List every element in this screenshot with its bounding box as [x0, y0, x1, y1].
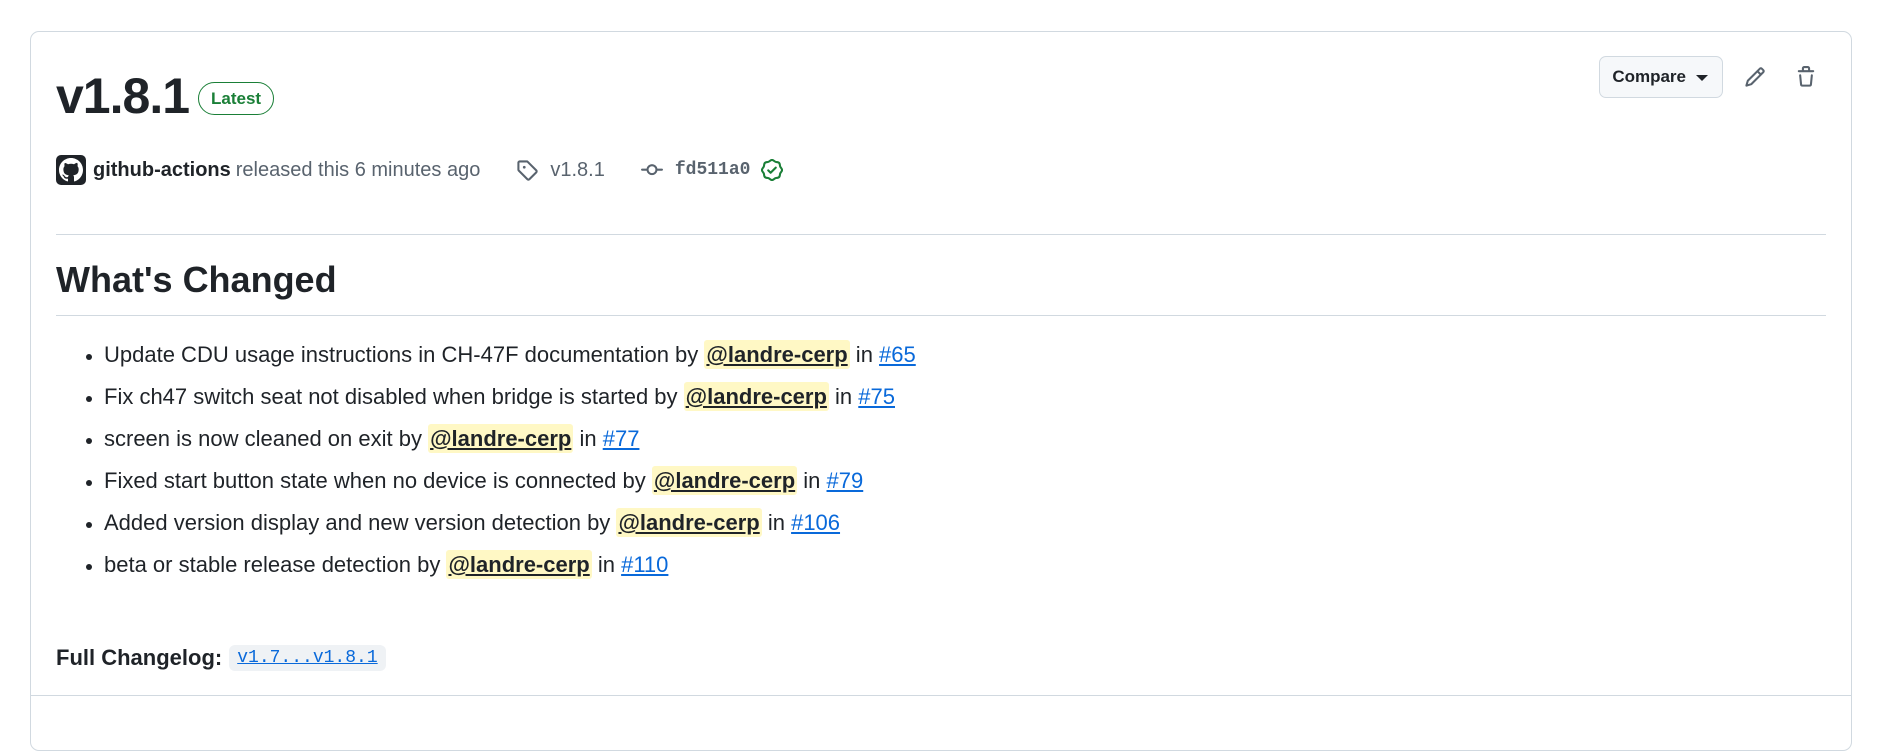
- compare-label: Compare: [1612, 67, 1686, 86]
- user-mention[interactable]: @landre-cerp: [704, 340, 850, 369]
- change-in: in: [797, 468, 827, 493]
- pr-link[interactable]: #110: [621, 552, 668, 577]
- commit-link[interactable]: fd511a0: [640, 159, 784, 181]
- avatar[interactable]: [56, 155, 86, 185]
- user-mention[interactable]: @landre-cerp: [428, 424, 574, 453]
- footer-divider: [31, 695, 1851, 696]
- change-text: Added version display and new version de…: [104, 510, 617, 535]
- compare-button[interactable]: Compare: [1599, 56, 1723, 98]
- list-item: Added version display and new version de…: [104, 502, 916, 544]
- pr-link[interactable]: #77: [603, 426, 640, 451]
- github-mark-icon: [59, 158, 83, 182]
- delete-button[interactable]: [1787, 58, 1825, 96]
- change-in: in: [591, 552, 622, 577]
- divider: [56, 234, 1826, 235]
- list-item: Fix ch47 switch seat not disabled when b…: [104, 376, 916, 418]
- user-mention[interactable]: @landre-cerp: [446, 550, 592, 579]
- section-title: What's Changed: [56, 259, 337, 300]
- change-text: beta or stable release detection by: [104, 552, 447, 577]
- list-item: Fixed start button state when no device …: [104, 460, 916, 502]
- full-changelog: Full Changelog: v1.7...v1.8.1: [56, 645, 386, 671]
- caret-down-icon: [1696, 75, 1708, 81]
- change-in: in: [849, 342, 880, 367]
- trash-icon: [1797, 66, 1815, 87]
- released-text: released this 6 minutes ago: [235, 158, 481, 181]
- changelog-label: Full Changelog: [56, 645, 215, 670]
- release-actions: Compare: [1599, 56, 1825, 98]
- change-text: Fixed start button state when no device …: [104, 468, 652, 493]
- change-list: Update CDU usage instructions in CH-47F …: [56, 334, 916, 586]
- edit-button[interactable]: [1736, 58, 1774, 96]
- release-meta: github-actions released this 6 minutes a…: [56, 155, 784, 185]
- user-mention[interactable]: @landre-cerp: [616, 508, 762, 537]
- author-link[interactable]: github-actions: [93, 159, 231, 182]
- pr-link[interactable]: #75: [858, 384, 895, 409]
- list-item: Update CDU usage instructions in CH-47F …: [104, 334, 916, 376]
- pencil-icon: [1745, 67, 1765, 87]
- verified-badge[interactable]: [761, 159, 784, 181]
- compare-link[interactable]: v1.7...v1.8.1: [229, 645, 386, 671]
- change-text: Update CDU usage instructions in CH-47F …: [104, 342, 705, 367]
- pr-link[interactable]: #79: [827, 468, 864, 493]
- git-commit-icon: [640, 164, 663, 176]
- latest-badge: Latest: [198, 82, 275, 115]
- user-mention[interactable]: @landre-cerp: [651, 466, 798, 495]
- change-in: in: [573, 426, 603, 451]
- change-text: Fix ch47 switch seat not disabled when b…: [104, 384, 684, 409]
- tag-link[interactable]: v1.8.1: [516, 158, 605, 182]
- verified-check-icon: [761, 159, 784, 181]
- change-text: screen is now cleaned on exit by: [104, 426, 429, 451]
- release-title[interactable]: v1.8.1: [56, 66, 190, 126]
- change-in: in: [828, 384, 859, 409]
- tag-label: v1.8.1: [550, 158, 605, 181]
- change-in: in: [761, 510, 792, 535]
- changelog-separator: :: [214, 645, 223, 670]
- pr-link[interactable]: #106: [791, 510, 840, 535]
- pr-link[interactable]: #65: [879, 342, 916, 367]
- heading-divider: [56, 315, 1826, 316]
- user-mention[interactable]: @landre-cerp: [683, 382, 829, 411]
- list-item: screen is now cleaned on exit by @landre…: [104, 418, 916, 460]
- tag-icon: [517, 160, 539, 181]
- release-card: v1.8.1 Latest Compare github-actions rel…: [30, 31, 1852, 751]
- commit-sha: fd511a0: [674, 160, 751, 180]
- list-item: beta or stable release detection by @lan…: [104, 544, 916, 586]
